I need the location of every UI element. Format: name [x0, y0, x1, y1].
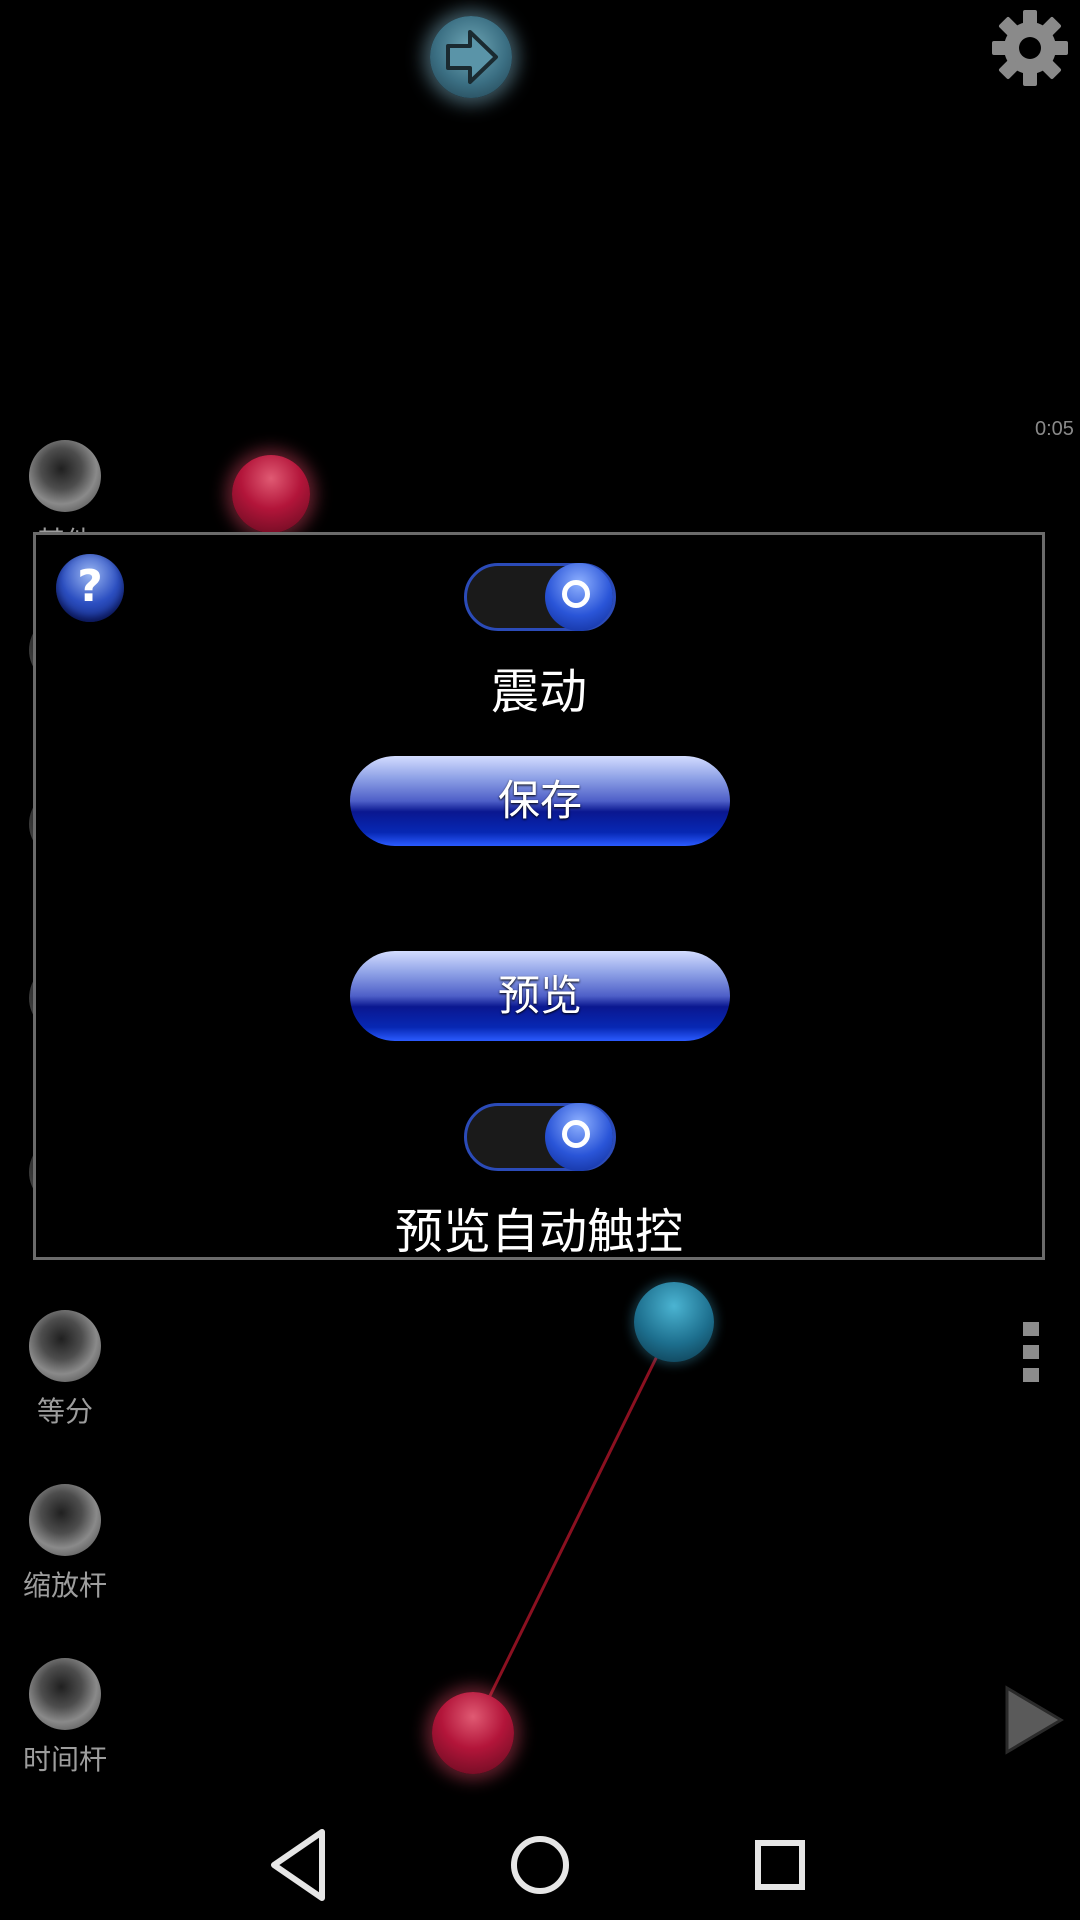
- auto-touch-label: 预览自动触控: [394, 1204, 683, 1260]
- preview-button[interactable]: 预览: [350, 951, 730, 1041]
- save-button[interactable]: 保存: [350, 756, 730, 846]
- blue-ball[interactable]: [634, 1282, 714, 1362]
- home-circle-icon[interactable]: [511, 1836, 569, 1894]
- back-triangle-icon[interactable]: [271, 1829, 325, 1901]
- recents-square-icon[interactable]: [755, 1840, 805, 1890]
- system-nav-bar: [271, 1829, 805, 1901]
- red-ball[interactable]: [432, 1692, 514, 1774]
- vibration-toggle[interactable]: [464, 563, 616, 631]
- toggle-thumb: [545, 1103, 613, 1171]
- play-icon[interactable]: [1003, 1684, 1065, 1756]
- help-button[interactable]: ?: [56, 554, 124, 622]
- toggle-thumb: [545, 563, 613, 631]
- more-vert-icon[interactable]: [1023, 1322, 1039, 1391]
- auto-touch-toggle[interactable]: [464, 1103, 616, 1171]
- vibration-label: 震动: [490, 664, 587, 720]
